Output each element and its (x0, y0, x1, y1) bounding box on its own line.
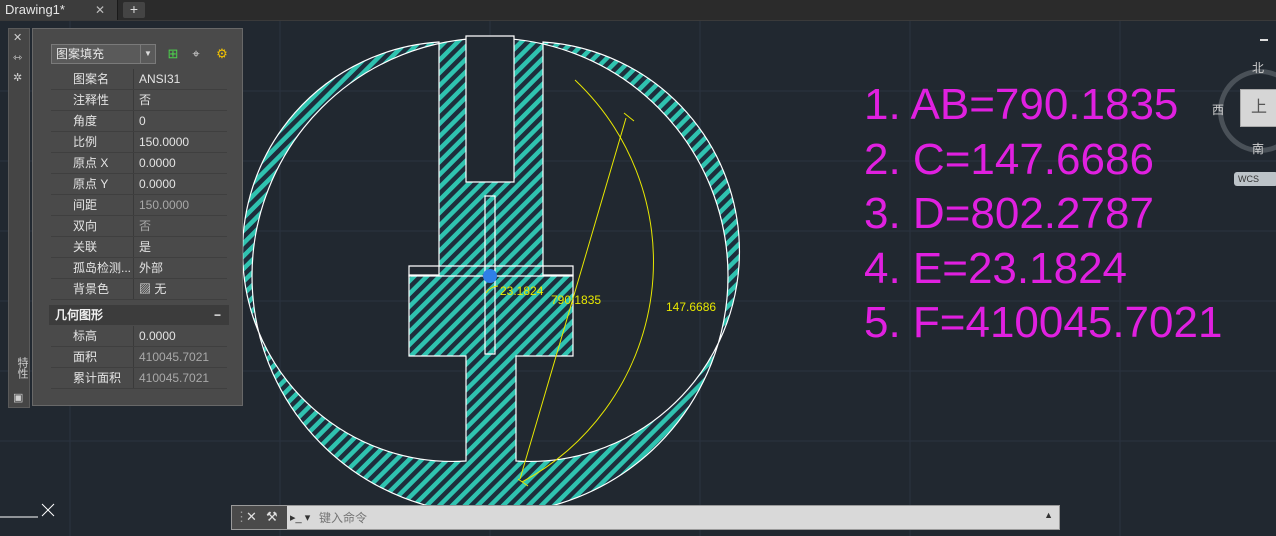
property-row[interactable]: 角度 0 (51, 111, 227, 132)
property-row[interactable]: 原点 Y 0.0000 (51, 174, 227, 195)
property-value[interactable]: 150.0000 (139, 132, 189, 152)
property-value[interactable]: 0 (139, 111, 146, 131)
section-title: 几何图形 (55, 308, 104, 322)
property-value[interactable]: 外部 (139, 258, 163, 278)
property-row[interactable]: 累计面积 410045.7021 (51, 368, 227, 389)
tab-bar: Drawing1* ✕ + (0, 0, 1276, 21)
object-type-value: 图案填充 (56, 47, 105, 61)
viewcube-top-label: 上 (1250, 99, 1267, 116)
tab-drawing1[interactable]: Drawing1* ✕ (0, 0, 118, 20)
chevron-up-icon[interactable]: ▲ (1044, 510, 1053, 520)
result-line: 2. C=147.6686 (864, 134, 1154, 184)
white-slot (465, 35, 515, 183)
property-value[interactable]: ▨ 无 (139, 279, 166, 299)
property-row[interactable]: 双向否 (51, 216, 227, 237)
command-line[interactable]: ⋮ ✕ ⚒ ▸_ ▾ ▲ (231, 505, 1060, 531)
quick-select-icon[interactable]: ▣ (13, 391, 23, 404)
wrench-icon[interactable]: ⚒ (266, 509, 278, 525)
wcs-label: WCS (1238, 174, 1259, 184)
autohide-icon[interactable]: ⇿ (13, 51, 22, 64)
command-line-toolbar: ⋮ ✕ ⚒ (232, 506, 287, 529)
property-value: 否 (139, 219, 152, 233)
result-line: 5. F=410045.7021 (864, 298, 1223, 347)
property-row[interactable]: 注释性否 (51, 90, 227, 111)
dim-ab-label: 790.1835 (551, 293, 601, 307)
property-value[interactable]: 0.0000 (139, 153, 176, 173)
results-text: 1. AB=790.1835 2. C=147.6686 3. D=802.27… (864, 78, 1222, 351)
property-value: 410045.7021 (139, 350, 210, 364)
property-value[interactable]: 0.0000 (139, 174, 176, 194)
property-row[interactable]: 标高 0.0000 (51, 326, 227, 347)
viewcube-west[interactable]: 西 (1212, 101, 1224, 118)
viewcube-top-face[interactable]: 上 (1240, 89, 1276, 127)
property-value[interactable]: 否 (139, 90, 151, 110)
property-row[interactable]: 间距 150.0000 (51, 195, 227, 216)
no-color-icon: ▨ (139, 282, 155, 296)
palette-titlebar[interactable]: ✕ ⇿ ✲ 特性 ▣ (8, 28, 30, 408)
select-objects-icon[interactable]: ⌖ (187, 45, 205, 63)
property-row[interactable]: 孤岛检测... 外部 (51, 258, 227, 279)
viewcube-north[interactable]: 北 (1252, 59, 1264, 76)
property-value: 410045.7021 (139, 371, 210, 385)
geometry-section-header[interactable]: 几何图形 − (49, 305, 229, 325)
options-icon[interactable]: ✲ (13, 71, 22, 84)
new-tab-button[interactable]: + (123, 2, 145, 18)
properties-palette: 图案填充 ▼ ⊞ ⌖ ⚙ 图案名 ANSI31 注释性否 角度 0 比例 150.00… (32, 28, 243, 406)
toggle-pickadd-icon[interactable]: ⊞ (164, 45, 182, 63)
collapse-icon[interactable]: − (214, 305, 221, 325)
viewcube-south[interactable]: 南 (1252, 140, 1264, 157)
grip-point[interactable] (483, 269, 497, 283)
property-value[interactable]: 是 (139, 237, 151, 257)
ucs-icon (0, 503, 55, 518)
command-prompt-icon[interactable]: ▸_ ▾ (290, 511, 310, 524)
property-row[interactable]: 关联是 (51, 237, 227, 258)
property-row[interactable]: 图案名 ANSI31 (51, 69, 227, 90)
property-row[interactable]: 面积 410045.7021 (51, 347, 227, 368)
result-line: 4. E=23.1824 (864, 243, 1128, 293)
close-icon[interactable]: ✕ (95, 0, 105, 20)
property-value[interactable]: ANSI31 (139, 69, 180, 89)
property-row[interactable]: 比例 150.0000 (51, 132, 227, 153)
viewcube[interactable]: 北 西 南 上 WCS (1212, 39, 1276, 186)
property-row[interactable]: 原点 X 0.0000 (51, 153, 227, 174)
minimize-icon[interactable] (1260, 39, 1268, 41)
chevron-down-icon: ▼ (140, 45, 155, 63)
property-row[interactable]: 背景色 ▨ 无 (51, 279, 227, 300)
tab-title: Drawing1* (5, 2, 65, 17)
property-value: 150.0000 (139, 198, 190, 212)
close-icon[interactable]: ✕ (13, 31, 22, 44)
quick-select-icon[interactable]: ⚙ (213, 45, 231, 63)
property-value[interactable]: 0.0000 (139, 326, 176, 346)
palette-side-label: 特性 (16, 357, 28, 379)
result-line: 3. D=802.2787 (864, 189, 1154, 238)
result-line: 1. AB=790.1835 (864, 80, 1179, 129)
wcs-menu[interactable]: WCS (1234, 172, 1276, 186)
close-icon[interactable]: ✕ (246, 509, 257, 525)
object-type-select[interactable]: 图案填充 ▼ (51, 44, 156, 64)
background-color-value: 无 (154, 282, 167, 296)
dim-c-label: 147.6686 (666, 300, 716, 314)
dim-e-label: 23.1824 (500, 284, 544, 298)
command-input[interactable] (317, 506, 1041, 531)
